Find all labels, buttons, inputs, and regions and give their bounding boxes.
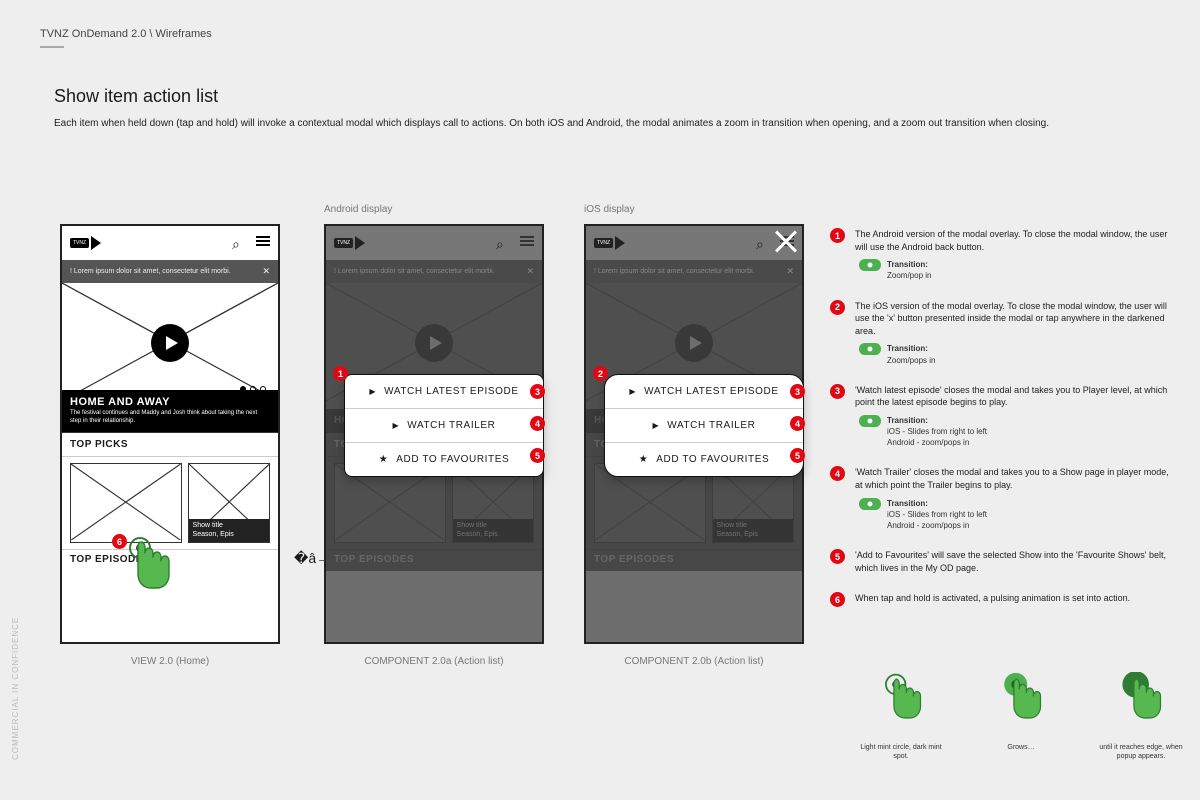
annotation-badge-5: 5 xyxy=(530,448,545,463)
hero-tile[interactable]: HOME AND AWAY The festival continues and… xyxy=(62,283,278,433)
annotation-badge-2: 2 xyxy=(593,366,608,381)
action-watch-latest[interactable]: WATCH LATEST EPISODE xyxy=(345,375,543,408)
tvnz-logo: TVNZ xyxy=(334,236,365,250)
breadcrumb-rule xyxy=(40,46,64,48)
annotation-text: 'Watch latest episode' closes the modal … xyxy=(855,384,1170,409)
logo-play-icon xyxy=(91,236,101,250)
close-icon: ✕ xyxy=(526,266,534,277)
confidentiality-tag: COMMERCIAL IN CONFIDENCE xyxy=(11,617,20,760)
hero-title: HOME AND AWAY xyxy=(70,396,270,408)
app-header: TVNZ xyxy=(62,226,278,260)
transition-text: Transition:iOS - Slides from right to le… xyxy=(887,415,987,449)
annotation-text: The Android version of the modal overlay… xyxy=(855,228,1170,253)
show-tile[interactable]: Show titleSeason, Epis xyxy=(188,463,270,543)
eye-icon xyxy=(859,343,881,355)
caption-component-a: COMPONENT 2.0a (Action list) xyxy=(324,656,544,667)
search-icon[interactable] xyxy=(232,236,246,250)
breadcrumb: TVNZ OnDemand 2.0 \ Wireframes xyxy=(40,28,212,40)
annotation-text: The iOS version of the modal overlay. To… xyxy=(855,300,1170,338)
annotation-badge-1: 1 xyxy=(830,228,845,243)
annotation-badge-5: 5 xyxy=(790,448,805,463)
annotation-badge-4: 4 xyxy=(530,416,545,431)
intro-text: Each item when held down (tap and hold) … xyxy=(54,116,1049,131)
action-add-favourites[interactable]: ADD TO FAVOURITES xyxy=(345,442,543,476)
label-android: Android display xyxy=(324,204,392,215)
annotation-badge-2: 2 xyxy=(830,300,845,315)
action-watch-latest[interactable]: WATCH LATEST EPISODE xyxy=(605,375,803,408)
annotation-badge-5: 5 xyxy=(830,549,845,564)
tvnz-logo[interactable]: TVNZ xyxy=(70,236,101,250)
gesture-end: until it reaches edge, when popup appear… xyxy=(1096,672,1186,761)
action-watch-trailer[interactable]: WATCH TRAILER xyxy=(605,408,803,442)
close-icon[interactable]: ✕ xyxy=(262,266,270,277)
gesture-caption: until it reaches edge, when popup appear… xyxy=(1096,743,1186,761)
belt-title-top-picks: TOP PICKS xyxy=(62,433,278,457)
tap-hold-gesture xyxy=(120,534,176,609)
label-ios: iOS display xyxy=(584,204,635,215)
play-icon xyxy=(369,386,376,397)
annotation-text: When tap and hold is activated, a pulsin… xyxy=(855,592,1170,605)
play-icon[interactable] xyxy=(151,324,189,362)
play-icon xyxy=(393,420,400,431)
tile-meta: Show titleSeason, Epis xyxy=(189,519,269,542)
gesture-sequence: Light mint circle, dark mint spot. Grows… xyxy=(856,672,1186,761)
hamburger-icon[interactable] xyxy=(256,236,270,250)
caption-component-b: COMPONENT 2.0b (Action list) xyxy=(584,656,804,667)
play-icon xyxy=(629,386,636,397)
play-icon xyxy=(653,420,660,431)
annotation-legend: 1 The Android version of the modal overla… xyxy=(830,228,1170,625)
page-title: Show item action list xyxy=(54,86,218,107)
gesture-caption: Light mint circle, dark mint spot. xyxy=(856,743,946,761)
hero-subtitle: The festival continues and Maddy and Jos… xyxy=(70,410,270,426)
annotation-badge-3: 3 xyxy=(830,384,845,399)
eye-icon xyxy=(859,415,881,427)
annotation-badge-3: 3 xyxy=(530,384,545,399)
annotation-badge-1: 1 xyxy=(333,366,348,381)
annotation-badge-4: 4 xyxy=(790,416,805,431)
action-add-favourites[interactable]: ADD TO FAVOURITES xyxy=(605,442,803,476)
transition-text: Transition:Zoom/pop in xyxy=(887,259,931,281)
action-list-ios: WATCH LATEST EPISODE WATCH TRAILER ADD T… xyxy=(604,374,804,477)
annotation-badge-6: 6 xyxy=(830,592,845,607)
annotation-text: 'Add to Favourites' will save the select… xyxy=(855,549,1170,574)
gesture-grow: Grows… xyxy=(976,672,1066,761)
transition-text: Transition:Zoom/pops in xyxy=(887,343,935,365)
annotation-badge-3: 3 xyxy=(790,384,805,399)
alert-bar: ! Lorem ipsum dolor sit amet, consectetu… xyxy=(62,260,278,283)
alert-text: ! Lorem ipsum dolor sit amet, consectetu… xyxy=(70,268,231,275)
alert-bar: ! Lorem ipsum dolor sit amet, consectetu… xyxy=(586,260,802,283)
transition-text: Transition:iOS - Slides from right to le… xyxy=(887,498,987,532)
annotation-badge-4: 4 xyxy=(830,466,845,481)
action-watch-trailer[interactable]: WATCH TRAILER xyxy=(345,408,543,442)
search-icon xyxy=(496,236,510,250)
gesture-start: Light mint circle, dark mint spot. xyxy=(856,672,946,761)
hero-caption: HOME AND AWAY The festival continues and… xyxy=(62,390,278,432)
logo-text: TVNZ xyxy=(70,238,89,248)
close-icon: ✕ xyxy=(786,266,794,277)
annotation-badge-6: 6 xyxy=(112,534,127,549)
star-icon xyxy=(639,454,649,465)
show-tile[interactable] xyxy=(70,463,182,543)
gesture-caption: Grows… xyxy=(976,743,1066,752)
eye-icon xyxy=(859,259,881,271)
caption-view: VIEW 2.0 (Home) xyxy=(60,656,280,667)
eye-icon xyxy=(859,498,881,510)
app-header: TVNZ xyxy=(326,226,542,260)
tvnz-logo: TVNZ xyxy=(594,236,625,250)
star-icon xyxy=(379,454,389,465)
close-icon[interactable] xyxy=(768,224,804,260)
annotation-text: 'Watch Trailer' closes the modal and tak… xyxy=(855,466,1170,491)
hamburger-icon xyxy=(520,236,534,250)
action-list-android: WATCH LATEST EPISODE WATCH TRAILER ADD T… xyxy=(344,374,544,477)
alert-bar: ! Lorem ipsum dolor sit amet, consectetu… xyxy=(326,260,542,283)
